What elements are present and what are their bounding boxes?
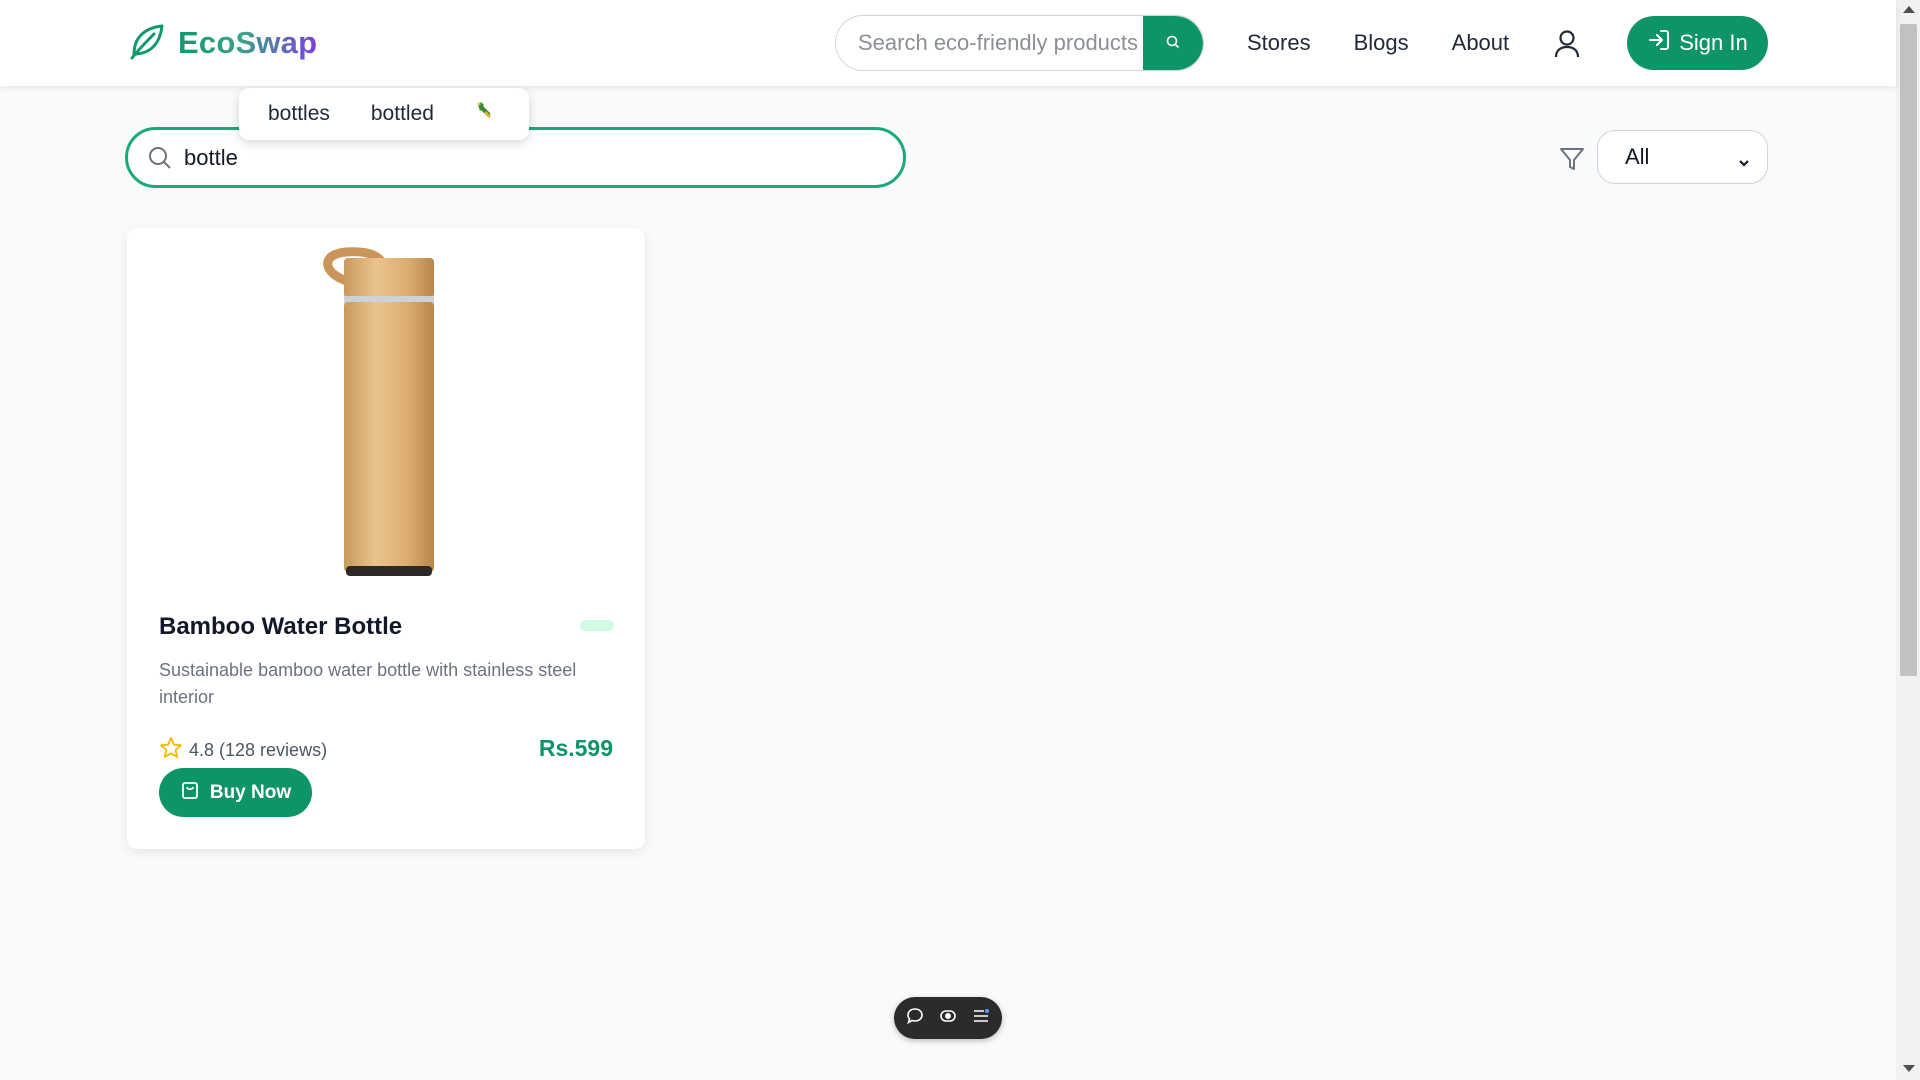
search-icon <box>147 145 173 171</box>
header-search-input[interactable] <box>836 16 1146 70</box>
product-price: Rs.599 <box>538 735 613 761</box>
menu-icon[interactable] <box>972 1007 990 1030</box>
sign-in-button[interactable]: Sign In <box>1627 16 1768 70</box>
navbar: EcoSwap Stores Blogs About Sign In <box>0 0 1896 86</box>
filter-icon <box>1558 145 1586 173</box>
header-search-button[interactable] <box>1143 16 1203 70</box>
floating-toolbar <box>894 997 1002 1039</box>
nav-links: Stores Blogs About <box>1247 30 1509 56</box>
search-icon <box>1165 34 1181 55</box>
rating-text: 4.8 (128 reviews) <box>189 740 328 760</box>
product-rating: 4.8 (128 reviews) <box>159 736 327 765</box>
product-title: Bamboo Water Bottle <box>159 613 403 640</box>
status-badge <box>580 620 614 631</box>
sign-in-label: Sign In <box>1679 30 1748 55</box>
scroll-up-arrow[interactable] <box>1903 6 1915 13</box>
category-select[interactable]: All <box>1597 130 1768 184</box>
product-image <box>323 247 434 576</box>
bottle-emoji-icon <box>475 100 497 128</box>
buy-now-button[interactable]: Buy Now <box>159 768 312 817</box>
product-description: Sustainable bamboo water bottle with sta… <box>159 660 577 707</box>
scrollbar-thumb[interactable] <box>1900 24 1917 676</box>
logo-text: EcoSwap <box>178 25 318 60</box>
eye-icon[interactable] <box>939 1007 957 1030</box>
suggestion-item[interactable]: bottled <box>371 102 434 126</box>
sign-in-icon <box>1647 28 1671 58</box>
nav-link-blogs[interactable]: Blogs <box>1354 30 1409 56</box>
leaf-logo-icon <box>126 20 168 67</box>
suggestion-item[interactable]: bottles <box>268 102 330 126</box>
chevron-down-icon <box>1737 150 1751 176</box>
nav-link-about[interactable]: About <box>1452 30 1510 56</box>
shopping-bag-icon <box>180 780 200 806</box>
user-icon[interactable] <box>1553 29 1581 59</box>
scroll-down-arrow[interactable] <box>1903 1065 1915 1072</box>
product-card[interactable]: Bamboo Water Bottle Sustainable bamboo w… <box>127 228 645 849</box>
logo[interactable]: EcoSwap <box>126 22 317 64</box>
search-suggestions: bottles bottled <box>239 88 529 140</box>
buy-now-label: Buy Now <box>209 781 292 803</box>
nav-link-stores[interactable]: Stores <box>1247 30 1311 56</box>
header-search <box>835 15 1204 71</box>
star-icon <box>159 736 183 765</box>
category-select-value: All <box>1625 144 1650 169</box>
chat-icon[interactable] <box>906 1007 924 1030</box>
